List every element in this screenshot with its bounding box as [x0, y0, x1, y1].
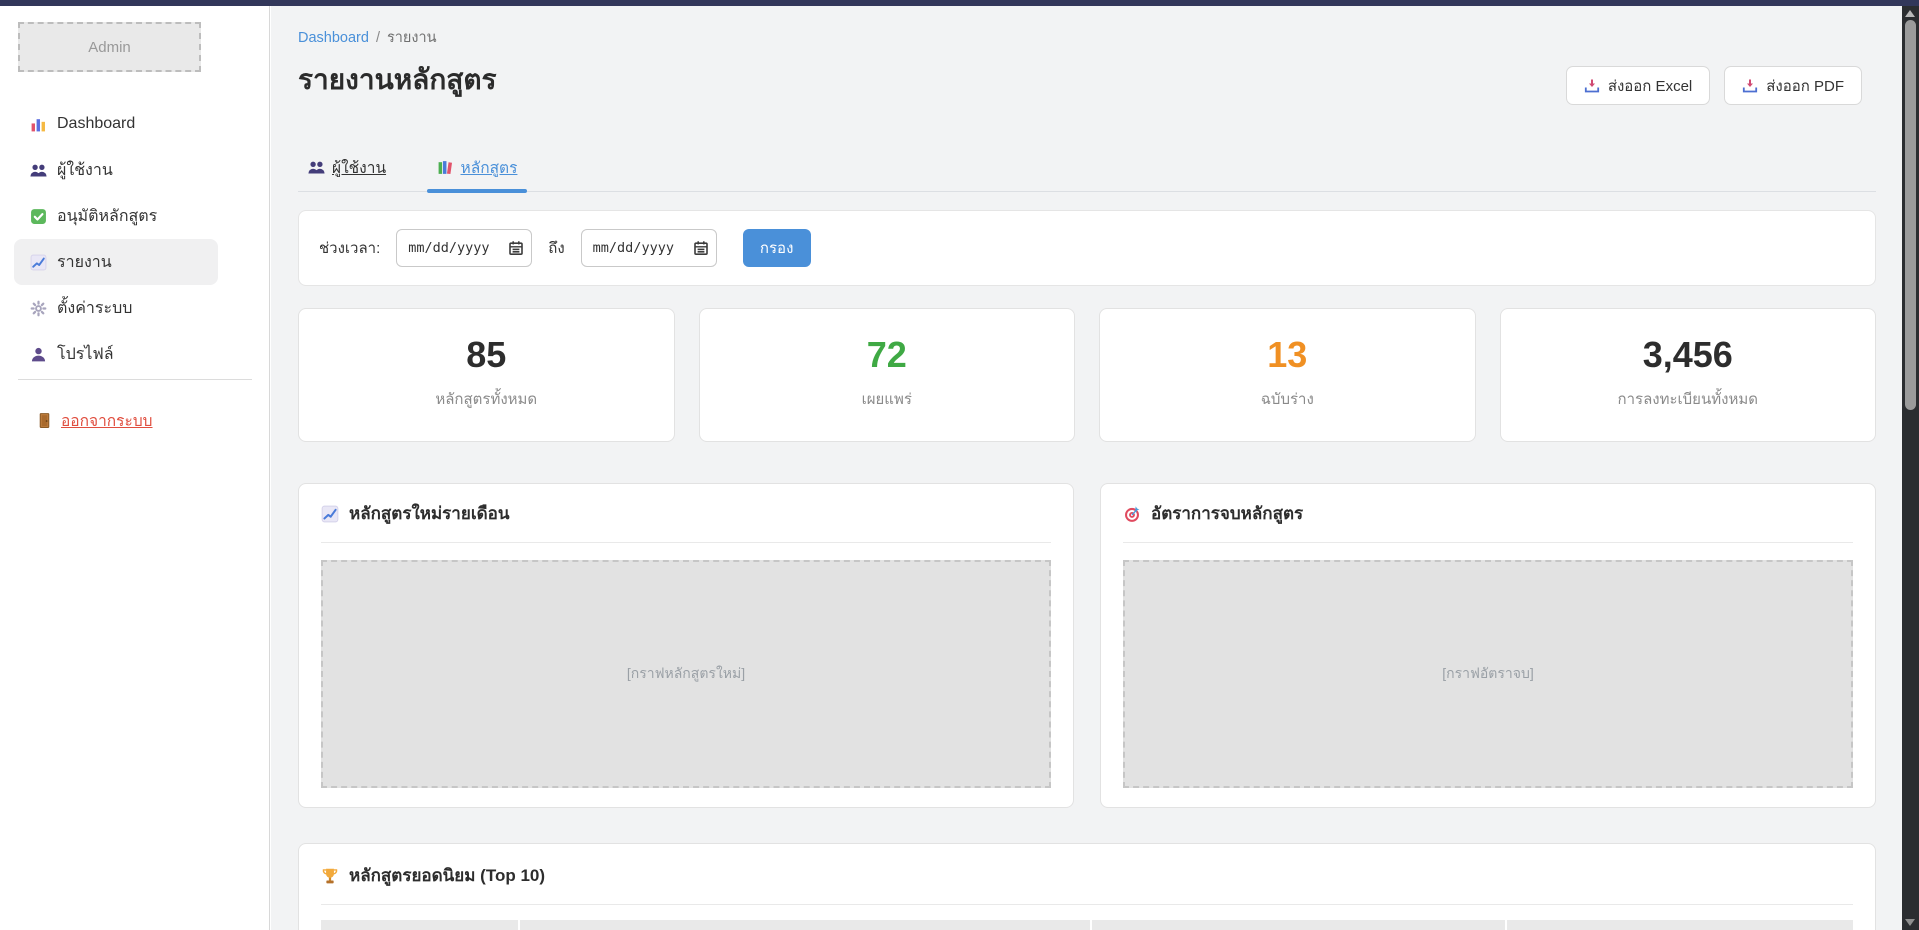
chart-cards: หลักสูตรใหม่รายเดือน [กราฟหลักสูตรใหม่] …: [298, 483, 1876, 808]
tab-bar: ผู้ใช้งาน หลักสูตร: [298, 152, 1876, 192]
app-window: Admin Dashboard ผู้ใช้งาน อนุมัติหลักสูต…: [0, 0, 1919, 930]
table-header-cell: [520, 920, 1090, 930]
page-title: รายงานหลักสูตร: [298, 58, 497, 102]
scroll-up-arrow-icon[interactable]: [1905, 10, 1915, 17]
sidebar-item-settings[interactable]: ตั้งค่าระบบ: [14, 285, 218, 331]
person-icon: [30, 346, 47, 363]
sidebar: Admin Dashboard ผู้ใช้งาน อนุมัติหลักสูต…: [0, 6, 270, 930]
card-divider: [1123, 542, 1853, 543]
export-pdf-label: ส่งออก PDF: [1766, 74, 1844, 98]
check-icon: [30, 208, 47, 225]
scrollbar-thumb[interactable]: [1905, 20, 1916, 410]
stat-label: หลักสูตรทั้งหมด: [299, 387, 674, 411]
breadcrumb-separator: /: [376, 30, 380, 46]
trophy-icon: [321, 867, 339, 885]
chart-increasing-icon: [321, 505, 339, 523]
calendar-icon[interactable]: [508, 240, 524, 256]
calendar-icon[interactable]: [693, 240, 709, 256]
popular-courses-title: หลักสูตรยอดนิยม (Top 10): [349, 862, 545, 889]
stat-label: เผยแพร่: [700, 387, 1075, 411]
table-header-cell: [1507, 920, 1853, 930]
breadcrumb: Dashboard / รายงาน: [298, 26, 437, 49]
sidebar-divider: [18, 379, 252, 380]
filter-button[interactable]: กรอง: [743, 229, 811, 267]
completion-rate-chart-placeholder: [กราฟอัตราจบ]: [1123, 560, 1853, 788]
chart-title: อัตราการจบหลักสูตร: [1151, 500, 1303, 527]
main-content: Dashboard / รายงาน รายงานหลักสูตร ส่งออก E…: [271, 6, 1902, 930]
target-icon: [1123, 505, 1141, 523]
sidebar-item-label: ผู้ใช้งาน: [57, 158, 113, 183]
door-icon: [36, 412, 53, 429]
sidebar-item-profile[interactable]: โปรไฟล์: [14, 331, 218, 377]
sidebar-item-label: Dashboard: [57, 115, 135, 133]
date-from-wrapper: [396, 229, 532, 267]
sidebar-item-label: โปรไฟล์: [57, 342, 114, 367]
stat-label: ฉบับร่าง: [1100, 387, 1475, 411]
bar-chart-icon: [30, 116, 47, 133]
sidebar-item-label: ตั้งค่าระบบ: [57, 296, 132, 321]
tab-label: หลักสูตร: [461, 155, 518, 180]
export-excel-label: ส่งออก Excel: [1608, 74, 1692, 98]
export-pdf-button[interactable]: ส่งออก PDF: [1724, 66, 1862, 105]
logo-text: Admin: [88, 39, 131, 56]
popular-courses-header: หลักสูตรยอดนิยม (Top 10): [321, 862, 1853, 889]
breadcrumb-current: รายงาน: [387, 30, 437, 46]
sidebar-item-dashboard[interactable]: Dashboard: [14, 101, 218, 147]
sidebar-nav: Dashboard ผู้ใช้งาน อนุมัติหลักสูตร รายง…: [0, 101, 270, 377]
stat-value: 3,456: [1501, 337, 1876, 373]
sidebar-item-label: รายงาน: [57, 250, 112, 275]
scroll-down-arrow-icon[interactable]: [1905, 919, 1915, 926]
tab-courses[interactable]: หลักสูตร: [427, 152, 528, 191]
download-icon: [1584, 78, 1600, 94]
stat-card-drafts: 13 ฉบับร่าง: [1099, 308, 1476, 442]
sidebar-item-approve-courses[interactable]: อนุมัติหลักสูตร: [14, 193, 218, 239]
chart-card-completion-rate: อัตราการจบหลักสูตร [กราฟอัตราจบ]: [1100, 483, 1876, 808]
sidebar-item-label: อนุมัติหลักสูตร: [57, 204, 157, 229]
download-icon: [1742, 78, 1758, 94]
sidebar-logo-placeholder: Admin: [18, 22, 201, 72]
books-icon: [437, 159, 454, 176]
card-divider: [321, 542, 1051, 543]
sidebar-item-users[interactable]: ผู้ใช้งาน: [14, 147, 218, 193]
date-range-label: ช่วงเวลา:: [319, 236, 380, 260]
stat-value: 85: [299, 337, 674, 373]
chart-card-header: อัตราการจบหลักสูตร: [1123, 500, 1853, 527]
scrollbar[interactable]: [1902, 6, 1919, 930]
stat-value: 13: [1100, 337, 1475, 373]
table-header-cell: [1092, 920, 1505, 930]
date-to-wrapper: [581, 229, 717, 267]
sidebar-item-reports[interactable]: รายงาน: [14, 239, 218, 285]
new-courses-chart-placeholder: [กราฟหลักสูตรใหม่]: [321, 560, 1051, 788]
logout-link[interactable]: ออกจากระบบ: [0, 405, 270, 435]
gear-icon: [30, 300, 47, 317]
tab-label: ผู้ใช้งาน: [332, 155, 386, 180]
users-icon: [30, 162, 47, 179]
browser-top-strip: [0, 0, 1919, 6]
export-buttons: ส่งออก Excel ส่งออก PDF: [1566, 66, 1862, 105]
popular-courses-card: หลักสูตรยอดนิยม (Top 10): [298, 843, 1876, 930]
chart-card-new-courses: หลักสูตรใหม่รายเดือน [กราฟหลักสูตรใหม่]: [298, 483, 1074, 808]
chart-card-header: หลักสูตรใหม่รายเดือน: [321, 500, 1051, 527]
stat-value: 72: [700, 337, 1075, 373]
date-to-label: ถึง: [548, 236, 564, 260]
line-chart-icon: [30, 254, 47, 271]
popular-courses-table-header: [321, 920, 1853, 930]
table-header-cell: [321, 920, 518, 930]
breadcrumb-dashboard-link[interactable]: Dashboard: [298, 30, 369, 46]
chart-title: หลักสูตรใหม่รายเดือน: [349, 500, 510, 527]
stat-label: การลงทะเบียนทั้งหมด: [1501, 387, 1876, 411]
stat-card-total-courses: 85 หลักสูตรทั้งหมด: [298, 308, 675, 442]
stat-card-published: 72 เผยแพร่: [699, 308, 1076, 442]
filter-bar: ช่วงเวลา: ถึง กรอง: [298, 210, 1876, 286]
tab-users[interactable]: ผู้ใช้งาน: [298, 152, 396, 191]
stat-cards: 85 หลักสูตรทั้งหมด 72 เผยแพร่ 13 ฉบับร่า…: [298, 308, 1876, 442]
card-divider: [321, 904, 1853, 905]
stat-card-total-enrollments: 3,456 การลงทะเบียนทั้งหมด: [1500, 308, 1877, 442]
export-excel-button[interactable]: ส่งออก Excel: [1566, 66, 1710, 105]
logout-label: ออกจากระบบ: [61, 408, 153, 433]
users-icon: [308, 159, 325, 176]
